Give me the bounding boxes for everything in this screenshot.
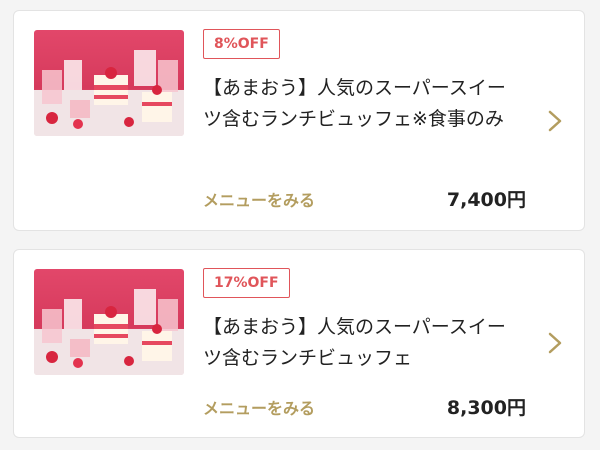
chevron-right-icon[interactable] [548, 332, 562, 354]
plan-thumbnail [34, 30, 184, 136]
plan-list: 8%OFF 【あまおう】人気のスーパースイーツ含むランチビュッフェ※食事のみ メ… [0, 0, 600, 450]
plan-title: 【あまおう】人気のスーパースイーツ含むランチビュッフェ [203, 316, 506, 369]
plan-price: 8,300円 [446, 397, 526, 419]
discount-badge: 17%OFF [203, 268, 290, 298]
view-menu-link[interactable]: メニューをみる [203, 187, 315, 211]
plan-thumbnail [34, 269, 184, 375]
chevron-right-icon[interactable] [548, 110, 562, 132]
plan-title: 【あまおう】人気のスーパースイーツ含むランチビュッフェ※食事のみ [203, 77, 506, 130]
discount-badge: 8%OFF [203, 29, 280, 59]
plan-card[interactable]: 17%OFF 【あまおう】人気のスーパースイーツ含むランチビュッフェ メニューを… [13, 249, 585, 438]
view-menu-link[interactable]: メニューをみる [203, 395, 315, 419]
plan-price: 7,400円 [446, 189, 526, 211]
plan-card[interactable]: 8%OFF 【あまおう】人気のスーパースイーツ含むランチビュッフェ※食事のみ メ… [13, 10, 585, 231]
